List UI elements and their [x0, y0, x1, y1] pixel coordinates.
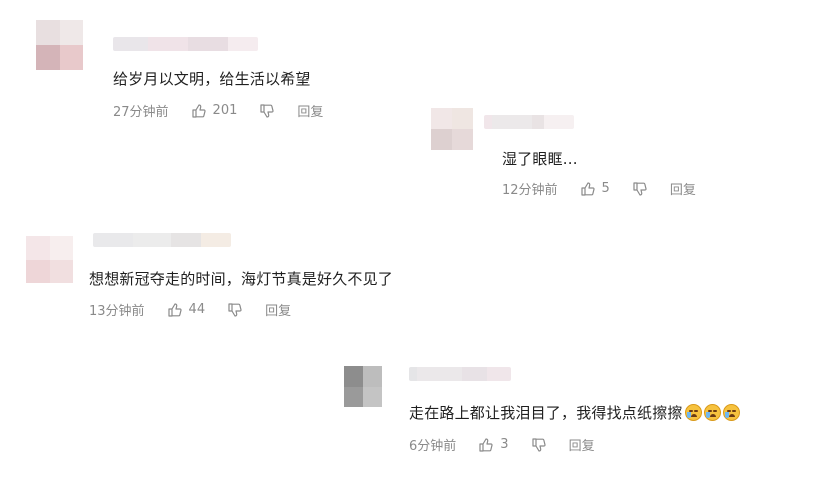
dislike-button[interactable] [531, 437, 547, 453]
thumbs-down-icon [228, 302, 242, 317]
avatar-tile [36, 20, 60, 45]
reply-button[interactable]: 回复 [297, 101, 323, 120]
like-button[interactable]: 3 [478, 437, 509, 453]
avatar[interactable] [431, 108, 473, 150]
like-button[interactable]: 201 [191, 103, 238, 119]
comment-text: 湿了眼眶... [502, 150, 578, 168]
username-redacted[interactable] [113, 37, 258, 51]
dislike-button[interactable] [227, 302, 243, 318]
avatar-tile [363, 386, 382, 407]
like-count: 44 [188, 302, 206, 317]
comment-time: 13分钟前 [89, 304, 145, 319]
thumbs-up-icon [580, 181, 595, 196]
like-button[interactable]: 5 [580, 181, 610, 197]
avatar-tile [431, 129, 452, 150]
thumbs-down-icon [531, 437, 546, 452]
comment-meta: 12分钟前 5 回复 [502, 179, 696, 198]
crying-emoji-icon [703, 404, 721, 421]
avatar-tile [59, 45, 83, 70]
comment-text: 想想新冠夺走的时间，海灯节真是好久不见了 [89, 270, 394, 288]
avatar-tile [49, 259, 73, 283]
avatar-tile [344, 366, 363, 387]
comment-text-content: 走在路上都让我泪目了，我得找点纸擦擦 [409, 404, 683, 422]
thumbs-up-icon [167, 302, 182, 317]
avatar-tile [26, 236, 50, 260]
username-redacted[interactable] [484, 115, 574, 129]
like-button[interactable]: 44 [167, 302, 206, 318]
comment-text: 给岁月以文明，给生活以希望 [113, 70, 311, 88]
comment-text: 走在路上都让我泪目了，我得找点纸擦擦 [409, 402, 740, 423]
reply-button[interactable]: 回复 [569, 435, 595, 454]
comment-time: 12分钟前 [502, 183, 558, 198]
avatar-tile [344, 386, 363, 407]
thumbs-down-icon [260, 103, 274, 118]
like-count: 5 [601, 181, 610, 196]
comment-meta: 13分钟前 44 回复 [89, 300, 291, 319]
dislike-button[interactable] [259, 103, 275, 119]
like-count: 3 [500, 437, 509, 452]
comment-meta: 27分钟前 201 回复 [113, 101, 323, 120]
avatar[interactable] [344, 366, 382, 407]
avatar-tile [49, 236, 73, 260]
avatar-tile [26, 259, 50, 283]
avatar-tile [452, 129, 473, 150]
comment-meta: 6分钟前 3 回复 [409, 435, 595, 454]
like-count: 201 [212, 103, 238, 118]
comment-time: 6分钟前 [409, 439, 457, 454]
crying-emoji-icon [684, 404, 702, 421]
thumbs-up-icon [191, 103, 206, 118]
username-redacted[interactable] [93, 233, 231, 247]
thumbs-down-icon [633, 181, 647, 196]
comment-time: 27分钟前 [113, 105, 169, 120]
avatar-tile [59, 20, 83, 45]
reply-button[interactable]: 回复 [670, 179, 696, 198]
crying-emoji-icon [722, 404, 740, 421]
thumbs-up-icon [479, 437, 493, 452]
avatar-tile [363, 366, 382, 387]
username-redacted[interactable] [409, 367, 511, 381]
avatar[interactable] [26, 236, 73, 283]
avatar[interactable] [36, 20, 83, 70]
avatar-tile [431, 108, 452, 129]
avatar-tile [36, 45, 60, 70]
dislike-button[interactable] [632, 181, 648, 197]
reply-button[interactable]: 回复 [265, 300, 291, 319]
avatar-tile [452, 108, 473, 129]
